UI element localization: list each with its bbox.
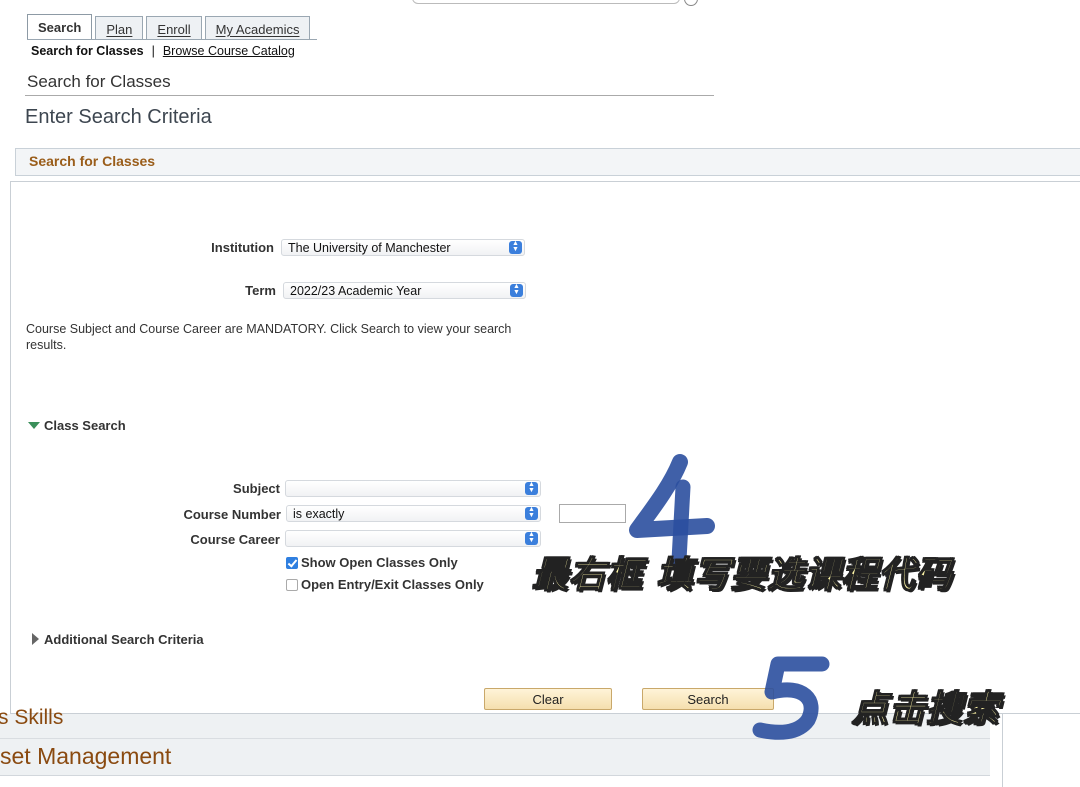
clear-button[interactable]: Clear — [484, 688, 612, 710]
additional-criteria-toggle[interactable]: Additional Search Criteria — [32, 632, 204, 647]
mandatory-note: Course Subject and Course Career are MAN… — [26, 322, 512, 352]
term-label: Term — [245, 283, 276, 298]
select-arrows-icon: ▲ ▼ — [525, 506, 538, 520]
show-open-label: Show Open Classes Only — [301, 555, 458, 570]
open-entry-checkbox[interactable] — [286, 579, 298, 591]
expand-triangle-icon — [28, 422, 40, 429]
subnav-current: Search for Classes — [31, 44, 144, 58]
page-title: Enter Search Criteria — [25, 106, 212, 128]
term-select[interactable]: 2022/23 Academic Year ▲ ▼ — [283, 282, 526, 299]
page-subtitle: Search for Classes — [27, 72, 171, 91]
search-icon[interactable] — [684, 0, 698, 6]
browse-catalog-link[interactable]: Browse Course Catalog — [163, 44, 295, 58]
institution-select[interactable]: The University of Manchester ▲ ▼ — [281, 239, 525, 256]
section-header: Search for Classes — [15, 148, 1080, 176]
class-search-toggle[interactable]: Class Search — [28, 418, 126, 433]
section-header-label: Search for Classes — [29, 153, 156, 169]
course-number-operator-select[interactable]: is exactly ▲ ▼ — [286, 505, 541, 522]
tab-search[interactable]: Search — [27, 14, 93, 40]
collapsed-triangle-icon — [32, 633, 39, 645]
show-open-checkbox[interactable] — [286, 557, 298, 569]
subtitle-divider — [25, 95, 714, 96]
background-row-label: s Skills — [0, 706, 64, 729]
show-open-row[interactable]: Show Open Classes Only — [286, 555, 458, 570]
institution-label: Institution — [211, 240, 274, 255]
course-career-label: Course Career — [190, 532, 280, 547]
background-row — [0, 714, 990, 739]
course-number-label: Course Number — [183, 507, 281, 522]
background-divider — [1002, 714, 1003, 787]
select-arrows-icon: ▲ ▼ — [525, 531, 538, 545]
term-value: 2022/23 Academic Year — [290, 284, 422, 298]
select-arrows-icon: ▲ ▼ — [510, 283, 523, 297]
subnav-separator: | — [151, 44, 155, 58]
background-row-label: set Management — [0, 743, 172, 769]
open-entry-row[interactable]: Open Entry/Exit Classes Only — [286, 577, 484, 592]
top-search-input[interactable] — [412, 0, 680, 4]
course-number-operator-value: is exactly — [293, 507, 345, 521]
step-4-instruction: 最右框 填写要选课程代码 — [531, 554, 953, 596]
select-arrows-icon: ▲ ▼ — [525, 481, 538, 495]
additional-criteria-label: Additional Search Criteria — [44, 632, 204, 647]
tab-my-academics[interactable]: My Academics — [204, 16, 311, 40]
course-number-input[interactable] — [559, 504, 626, 523]
step-5-number: 5 — [748, 652, 749, 653]
class-search-label: Class Search — [44, 418, 126, 433]
sub-navigation: Search for Classes | Browse Course Catalog — [31, 44, 295, 58]
tab-bar: Search Plan Enroll My Academics — [27, 14, 311, 40]
tab-divider — [27, 39, 317, 40]
step-5-instruction: 点击搜索 — [851, 688, 1001, 730]
step-5-marker: 5 — [748, 652, 830, 740]
course-career-select[interactable]: ▲ ▼ — [285, 530, 541, 547]
institution-value: The University of Manchester — [288, 241, 451, 255]
open-entry-label: Open Entry/Exit Classes Only — [301, 577, 484, 592]
subject-select[interactable]: ▲ ▼ — [285, 480, 541, 497]
tab-enroll[interactable]: Enroll — [146, 16, 202, 40]
step-4-number: 4 — [625, 452, 626, 453]
tab-plan[interactable]: Plan — [95, 16, 144, 40]
subject-label: Subject — [233, 481, 280, 496]
select-arrows-icon: ▲ ▼ — [509, 240, 522, 254]
